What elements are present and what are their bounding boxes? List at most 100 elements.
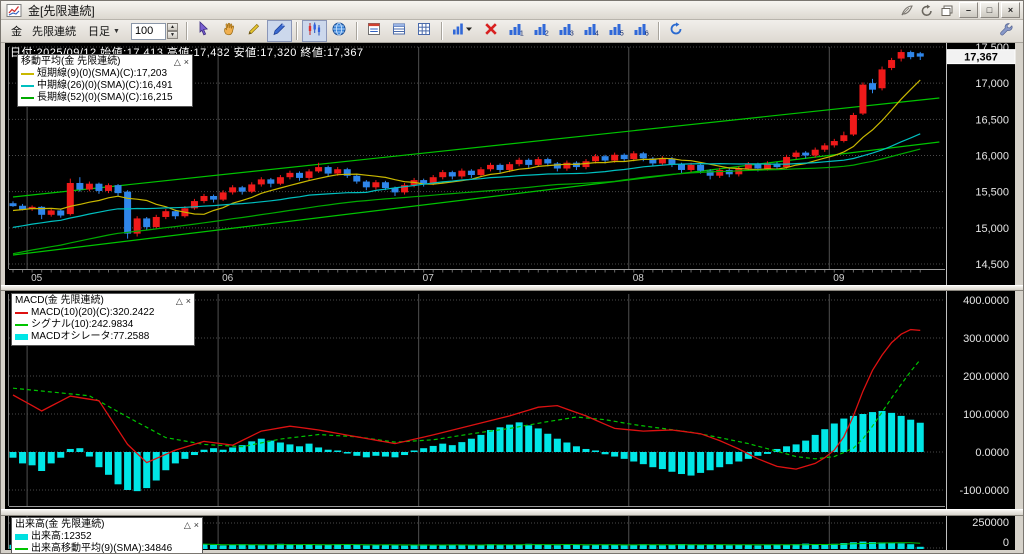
svg-text:250000: 250000 (972, 517, 1009, 529)
cursor-tool-button[interactable] (192, 20, 217, 42)
line-swatch (21, 85, 34, 87)
ma-legend-title: 移動平均(金 先限連続) (21, 56, 121, 67)
svg-text:2: 2 (545, 30, 549, 37)
hand-icon (221, 21, 237, 42)
cascade-windows-icon[interactable] (938, 3, 956, 18)
title-bar: 金[先限連続] – □ × (1, 1, 1023, 20)
window-title: 金[先限連続] (28, 3, 95, 18)
svg-text:06: 06 (222, 273, 234, 284)
indicator-2-icon: 2 (533, 21, 549, 42)
delete-indicator-button[interactable] (479, 20, 504, 42)
feather-icon[interactable] (898, 3, 916, 18)
candlestick-view-button[interactable] (301, 20, 327, 42)
bar-swatch (15, 534, 28, 540)
legend-item: MACDオシレータ:77.2588 (15, 331, 191, 343)
cursor-icon (196, 20, 212, 42)
calendar-icon (366, 21, 382, 42)
svg-text:6: 6 (645, 30, 649, 37)
pencil-tool-button[interactable] (242, 20, 267, 42)
report-button[interactable] (362, 20, 387, 42)
indicator-1-icon: 1 (508, 21, 524, 42)
svg-text:16,000: 16,000 (975, 150, 1009, 162)
web-info-button[interactable] (327, 20, 352, 42)
settings-wrench-button[interactable] (993, 20, 1018, 42)
panel-splitter[interactable] (1, 509, 1023, 516)
legend-item: 中期線(26)(0)(SMA)(C):16,491 (21, 80, 189, 92)
sync-icon[interactable] (918, 3, 936, 18)
macd-legend-title: MACD(金 先限連続) (15, 295, 104, 306)
timeframe-dropdown[interactable]: 日足 ▼ (85, 22, 123, 40)
legend-item: 出来高移動平均(9)(SMA):34846 (15, 543, 199, 553)
close-button[interactable]: × (1001, 2, 1020, 18)
svg-text:200.0000: 200.0000 (963, 371, 1009, 383)
svg-text:05: 05 (31, 273, 43, 284)
svg-text:4: 4 (595, 30, 599, 37)
wrench-icon (998, 21, 1014, 42)
chevron-down-icon: ▼ (113, 27, 120, 35)
table-rows-icon (391, 21, 407, 42)
legend-close-button[interactable]: × (194, 520, 199, 530)
indicator-preset-4-button[interactable]: 4 (579, 20, 604, 42)
indicator-preset-2-button[interactable]: 2 (529, 20, 554, 42)
bar-swatch (15, 334, 28, 340)
grid-view-button[interactable] (412, 20, 437, 42)
spin-down-button[interactable]: ▼ (166, 31, 178, 39)
svg-text:0: 0 (1003, 537, 1009, 549)
line-swatch (21, 97, 34, 99)
legend-close-button[interactable]: × (184, 57, 189, 67)
candlestick-icon (306, 21, 322, 42)
svg-text:09: 09 (833, 273, 845, 284)
svg-text:1: 1 (520, 30, 524, 37)
svg-text:400.0000: 400.0000 (963, 295, 1009, 307)
refresh-button[interactable] (664, 20, 689, 42)
refresh-icon (668, 21, 684, 42)
indicator-preset-1-button[interactable]: 1 (504, 20, 529, 42)
table-grid-icon (416, 21, 432, 42)
chart-type-button[interactable] (447, 20, 479, 42)
chart-type-icon (451, 21, 475, 42)
macd-legend: MACD(金 先限連続) △ × MACD(10)(20)(C):320.242… (11, 293, 195, 346)
pencil-icon (246, 21, 262, 42)
svg-text:08: 08 (633, 273, 645, 284)
legend-item: MACD(10)(20)(C):320.2422 (15, 307, 191, 319)
volume-legend-title: 出来高(金 先限連続) (15, 519, 105, 530)
legend-collapse-button[interactable]: △ (184, 520, 191, 530)
line-swatch (15, 324, 28, 326)
svg-text:17,367: 17,367 (964, 52, 998, 64)
indicator-preset-3-button[interactable]: 3 (554, 20, 579, 42)
svg-text:17,000: 17,000 (975, 78, 1009, 90)
line-swatch (15, 548, 28, 550)
legend-item: 短期線(9)(0)(SMA)(C):17,203 (21, 68, 189, 80)
maximize-button[interactable]: □ (980, 2, 999, 18)
legend-collapse-button[interactable]: △ (176, 296, 183, 306)
panel-splitter[interactable] (1, 285, 1023, 291)
volume-legend: 出来高(金 先限連続) △ × 出来高:12352 出来高移動平均(9)(SMA… (11, 517, 203, 553)
indicator-5-icon: 5 (608, 21, 624, 42)
indicator-preset-6-button[interactable]: 6 (629, 20, 654, 42)
quote-table-button[interactable] (387, 20, 412, 42)
toolbar: 金 先限連続 日足 ▼ 100 ▲ ▼ 1 2 3 4 5 6 (1, 20, 1023, 43)
indicator-preset-5-button[interactable]: 5 (604, 20, 629, 42)
svg-text:5: 5 (620, 30, 624, 37)
legend-collapse-button[interactable]: △ (174, 57, 181, 67)
legend-item: シグナル(10):242.9834 (15, 319, 191, 331)
legend-item: 長期線(52)(0)(SMA)(C):16,215 (21, 92, 189, 104)
line-swatch (15, 312, 28, 314)
legend-close-button[interactable]: × (186, 296, 191, 306)
svg-text:3: 3 (570, 30, 574, 37)
pen-tool-button[interactable] (266, 20, 292, 42)
svg-text:-100.0000: -100.0000 (959, 485, 1009, 497)
bar-count-input[interactable]: 100 (130, 22, 166, 40)
legend-item: 出来高:12352 (15, 531, 199, 543)
svg-text:07: 07 (423, 273, 435, 284)
globe-icon (331, 21, 347, 42)
svg-text:15,000: 15,000 (975, 223, 1009, 235)
svg-text:14,500: 14,500 (975, 259, 1009, 271)
svg-text:100.0000: 100.0000 (963, 409, 1009, 421)
minimize-button[interactable]: – (959, 2, 978, 18)
spin-up-button[interactable]: ▲ (166, 23, 178, 31)
indicator-3-icon: 3 (558, 21, 574, 42)
hand-tool-button[interactable] (217, 20, 242, 42)
svg-text:15,500: 15,500 (975, 187, 1009, 199)
line-swatch (21, 73, 34, 75)
